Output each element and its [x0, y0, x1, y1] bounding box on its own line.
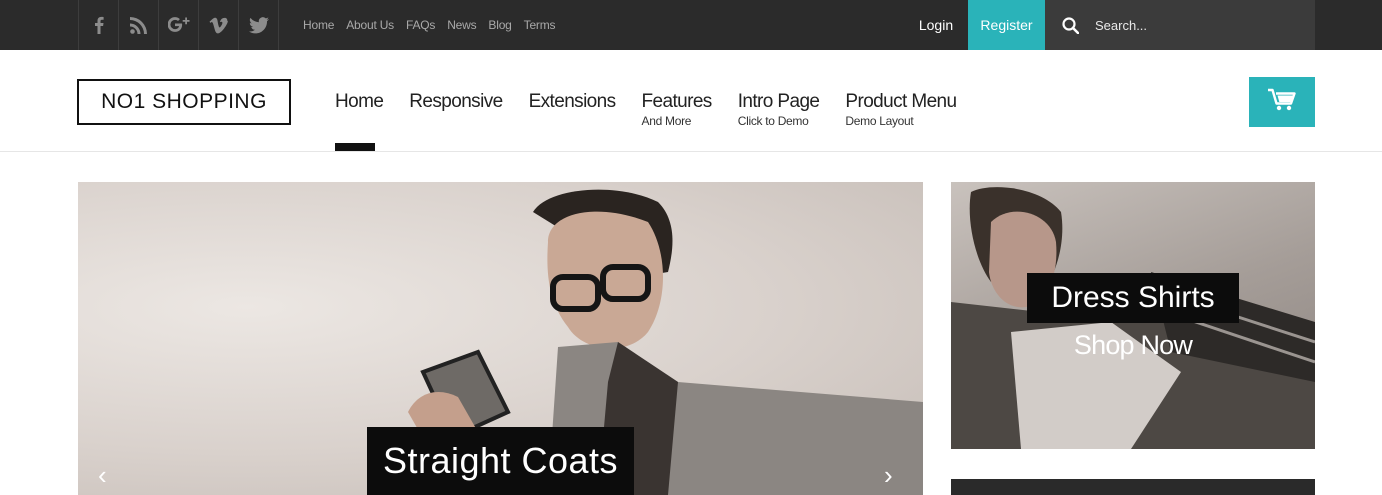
- vimeo-icon[interactable]: [199, 0, 239, 50]
- active-indicator: [335, 143, 375, 151]
- site-logo[interactable]: NO1 SHOPPING: [77, 79, 291, 125]
- nav-item-label: Intro Page: [737, 91, 820, 112]
- nav-item-label: Responsive: [409, 91, 503, 112]
- side-banner-title: Dress Shirts: [1027, 273, 1239, 323]
- top-bar: Home About Us FAQs News Blog Terms Login…: [0, 0, 1382, 50]
- cart-icon: [1268, 88, 1296, 117]
- nav-item-extensions[interactable]: Extensions: [528, 90, 617, 128]
- top-link-news[interactable]: News: [447, 18, 476, 32]
- social-links: [78, 0, 279, 50]
- nav-item-features[interactable]: Features And More: [641, 90, 713, 128]
- register-button[interactable]: Register: [968, 0, 1045, 50]
- site-header: NO1 SHOPPING Home Responsive Extensions …: [0, 50, 1382, 152]
- facebook-icon[interactable]: [79, 0, 119, 50]
- nav-item-sublabel: Click to Demo: [737, 114, 809, 128]
- top-link-home[interactable]: Home: [303, 18, 334, 32]
- shop-now-link[interactable]: Shop Now: [1027, 330, 1239, 361]
- rss-icon[interactable]: [119, 0, 159, 50]
- top-link-blog[interactable]: Blog: [488, 18, 511, 32]
- nav-item-label: Product Menu: [845, 91, 957, 112]
- nav-item-responsive[interactable]: Responsive: [409, 90, 503, 128]
- nav-item-sublabel: Demo Layout: [845, 114, 914, 128]
- chevron-left-icon[interactable]: ‹: [98, 460, 107, 491]
- search-input[interactable]: [1095, 17, 1295, 33]
- side-banner-secondary[interactable]: [951, 479, 1315, 495]
- google-plus-icon[interactable]: [159, 0, 199, 50]
- nav-item-home[interactable]: Home: [335, 90, 384, 151]
- nav-item-intro-page[interactable]: Intro Page Click to Demo: [738, 90, 820, 128]
- chevron-right-icon[interactable]: ›: [884, 460, 893, 491]
- search-icon[interactable]: [1045, 0, 1095, 50]
- main-nav: Home Responsive Extensions Features And …: [335, 90, 957, 151]
- top-link-about-us[interactable]: About Us: [346, 18, 394, 32]
- top-links: Home About Us FAQs News Blog Terms: [303, 0, 556, 50]
- search-box: [1045, 0, 1315, 50]
- nav-item-label: Features: [641, 91, 713, 112]
- nav-item-label: Extensions: [528, 91, 617, 112]
- twitter-icon[interactable]: [239, 0, 279, 50]
- login-button[interactable]: Login: [906, 0, 966, 50]
- slide-caption[interactable]: Straight Coats: [367, 427, 634, 495]
- cart-button[interactable]: [1249, 77, 1315, 127]
- nav-item-product-menu[interactable]: Product Menu Demo Layout: [845, 90, 957, 128]
- nav-item-sublabel: And More: [641, 114, 692, 128]
- top-link-faqs[interactable]: FAQs: [406, 18, 435, 32]
- top-link-terms[interactable]: Terms: [524, 18, 556, 32]
- nav-item-label: Home: [335, 91, 384, 112]
